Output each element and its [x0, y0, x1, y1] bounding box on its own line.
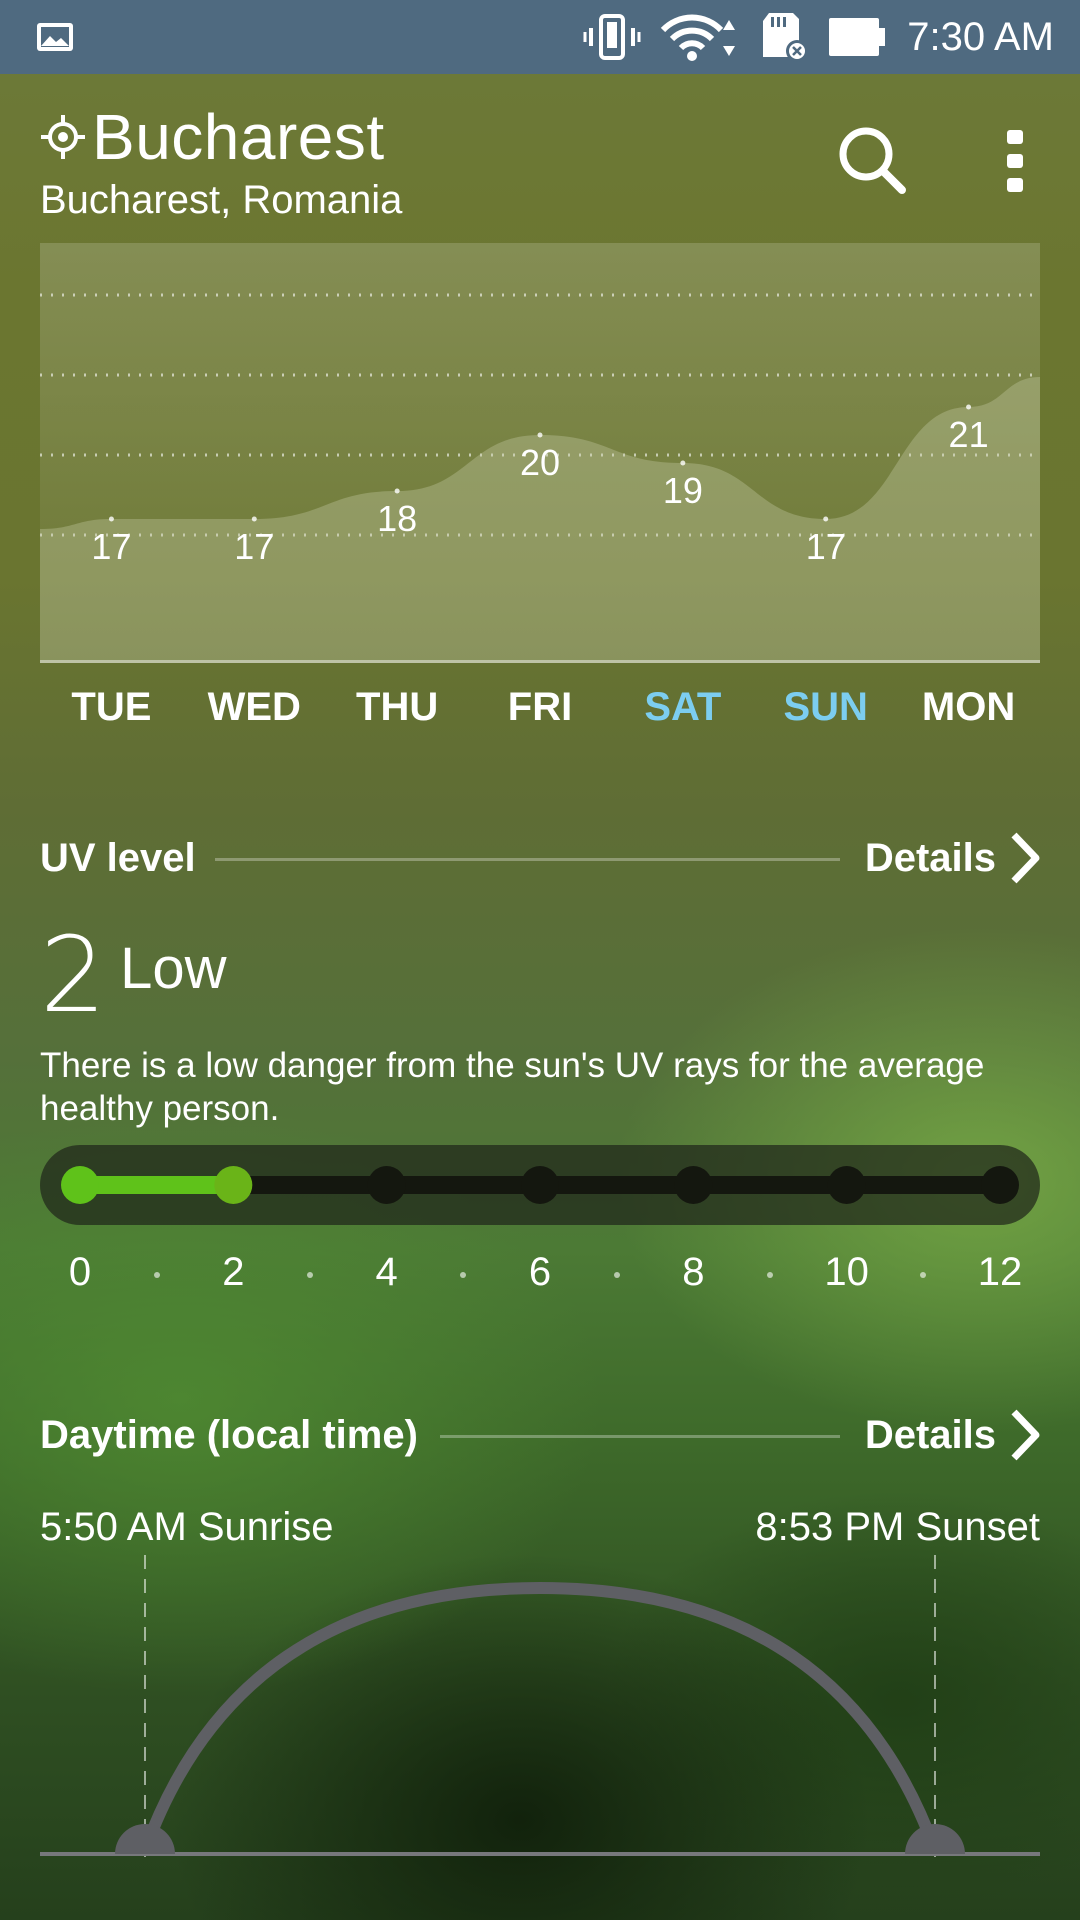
- sd-card-icon: [763, 13, 809, 62]
- uv-scale-point: [61, 1166, 99, 1204]
- battery-icon: [829, 18, 886, 56]
- sunset-time: 8:53 PM Sunset: [755, 1505, 1040, 1549]
- uv-scale-label: 12: [977, 1250, 1023, 1294]
- sunrise-time: 5:50 AM Sunrise: [40, 1505, 334, 1549]
- daylight-arc: [40, 1555, 1040, 1860]
- header: Bucharest Bucharest, Romania: [40, 100, 1040, 230]
- sun-times: 5:50 AM Sunrise 8:53 PM Sunset: [40, 1505, 1040, 1555]
- uv-scale-label: 8: [682, 1250, 705, 1294]
- status-time: 7:30 AM: [907, 14, 1054, 59]
- uv-level-label: Low: [120, 935, 227, 1001]
- more-vert-icon[interactable]: [1000, 126, 1030, 196]
- uv-scale-point: [367, 1166, 406, 1204]
- daytime-details-link[interactable]: Details: [865, 1405, 1040, 1465]
- forecast-day-wed[interactable]: WED: [184, 685, 324, 730]
- temperature-point: [251, 516, 257, 522]
- temperature-point: [823, 516, 829, 522]
- uv-index-value: 2: [40, 914, 106, 1036]
- chevron-right-icon: [1011, 832, 1040, 884]
- sunset-dot: [905, 1824, 965, 1854]
- temperature-label: 17: [234, 526, 274, 567]
- uv-details-link[interactable]: Details: [865, 828, 1040, 888]
- daytime-section-header: Daytime (local time) Details: [40, 1405, 1040, 1465]
- uv-scale-label: 2: [222, 1250, 245, 1294]
- search-icon[interactable]: [834, 122, 910, 198]
- temperature-label: 17: [806, 526, 846, 567]
- forecast-day-fri[interactable]: FRI: [470, 685, 610, 730]
- uv-scale-minor-dot: [153, 1272, 160, 1278]
- uv-scale-minor-dot: [460, 1272, 467, 1278]
- temperature-point: [394, 488, 400, 494]
- temperature-label: 21: [949, 414, 989, 455]
- city-title[interactable]: Bucharest: [92, 100, 385, 174]
- uv-scale-bar: [40, 1145, 1040, 1225]
- uv-divider: [215, 858, 840, 861]
- temperature-label: 20: [520, 442, 560, 483]
- temperature-chart-svg: 17 17 18 20 19 17 21: [40, 293, 1040, 663]
- forecast-day-sun[interactable]: SUN: [756, 685, 896, 730]
- uv-scale-minor-dot: [613, 1272, 620, 1278]
- uv-scale-label: 6: [528, 1250, 552, 1294]
- uv-scale-point: [214, 1166, 253, 1204]
- daytime-divider: [440, 1435, 840, 1438]
- temperature-point: [108, 516, 114, 522]
- uv-scale-point: [521, 1166, 559, 1204]
- uv-scale-minor-dot: [767, 1272, 773, 1278]
- gallery-icon: [37, 23, 73, 51]
- temperature-label: 18: [377, 498, 417, 539]
- daytime-section-title: Daytime (local time): [40, 1413, 418, 1457]
- status-bar: 7:30 AM: [0, 0, 1080, 74]
- uv-scale-point: [981, 1166, 1019, 1204]
- uv-section-header: UV level Details: [40, 828, 1040, 888]
- uv-scale-point: [674, 1166, 713, 1204]
- temperature-point: [966, 404, 972, 410]
- uv-details-label: Details: [864, 835, 996, 880]
- forecast-day-sat[interactable]: SAT: [613, 685, 753, 730]
- temperature-label: 19: [663, 470, 703, 511]
- forecast-day-mon[interactable]: MON: [899, 685, 1039, 730]
- vibrate-icon: [583, 14, 641, 60]
- forecast-day-thu[interactable]: THU: [327, 685, 467, 730]
- temperature-area: [40, 377, 1040, 663]
- uv-scale-point: [827, 1166, 866, 1204]
- temperature-point: [537, 432, 543, 438]
- uv-section-title: UV level: [40, 836, 196, 880]
- sunrise-dot: [115, 1824, 175, 1854]
- uv-scale-minor-dot: [920, 1272, 927, 1278]
- forecast-day-tue[interactable]: TUE: [41, 685, 181, 730]
- temperature-point: [680, 460, 686, 466]
- daytime-details-label: Details: [864, 1412, 996, 1457]
- uv-value-row: 2 Low: [40, 920, 227, 1030]
- forecast-chart[interactable]: 17 17 18 20 19 17 21: [40, 243, 1040, 663]
- wifi-icon: [661, 14, 736, 61]
- uv-description: There is a low danger from the sun's UV …: [40, 1046, 985, 1128]
- temperature-label: 17: [91, 526, 131, 567]
- uv-scale-minor-dot: [307, 1272, 313, 1278]
- forecast-day-row: TUE WED THU FRI SAT SUN MON: [40, 685, 1040, 735]
- chevron-right-icon: [1011, 1409, 1040, 1461]
- uv-scale-label: 4: [375, 1250, 398, 1294]
- uv-scale-label: 10: [824, 1250, 869, 1294]
- location-icon: [41, 115, 85, 159]
- uv-scale-label: 0: [68, 1250, 92, 1294]
- uv-scale-svg: [61, 1166, 1019, 1204]
- sun-path-arc: [139, 1581, 941, 1856]
- uv-scale-labels: 0 2 4 6 8 10 12: [40, 1250, 1040, 1300]
